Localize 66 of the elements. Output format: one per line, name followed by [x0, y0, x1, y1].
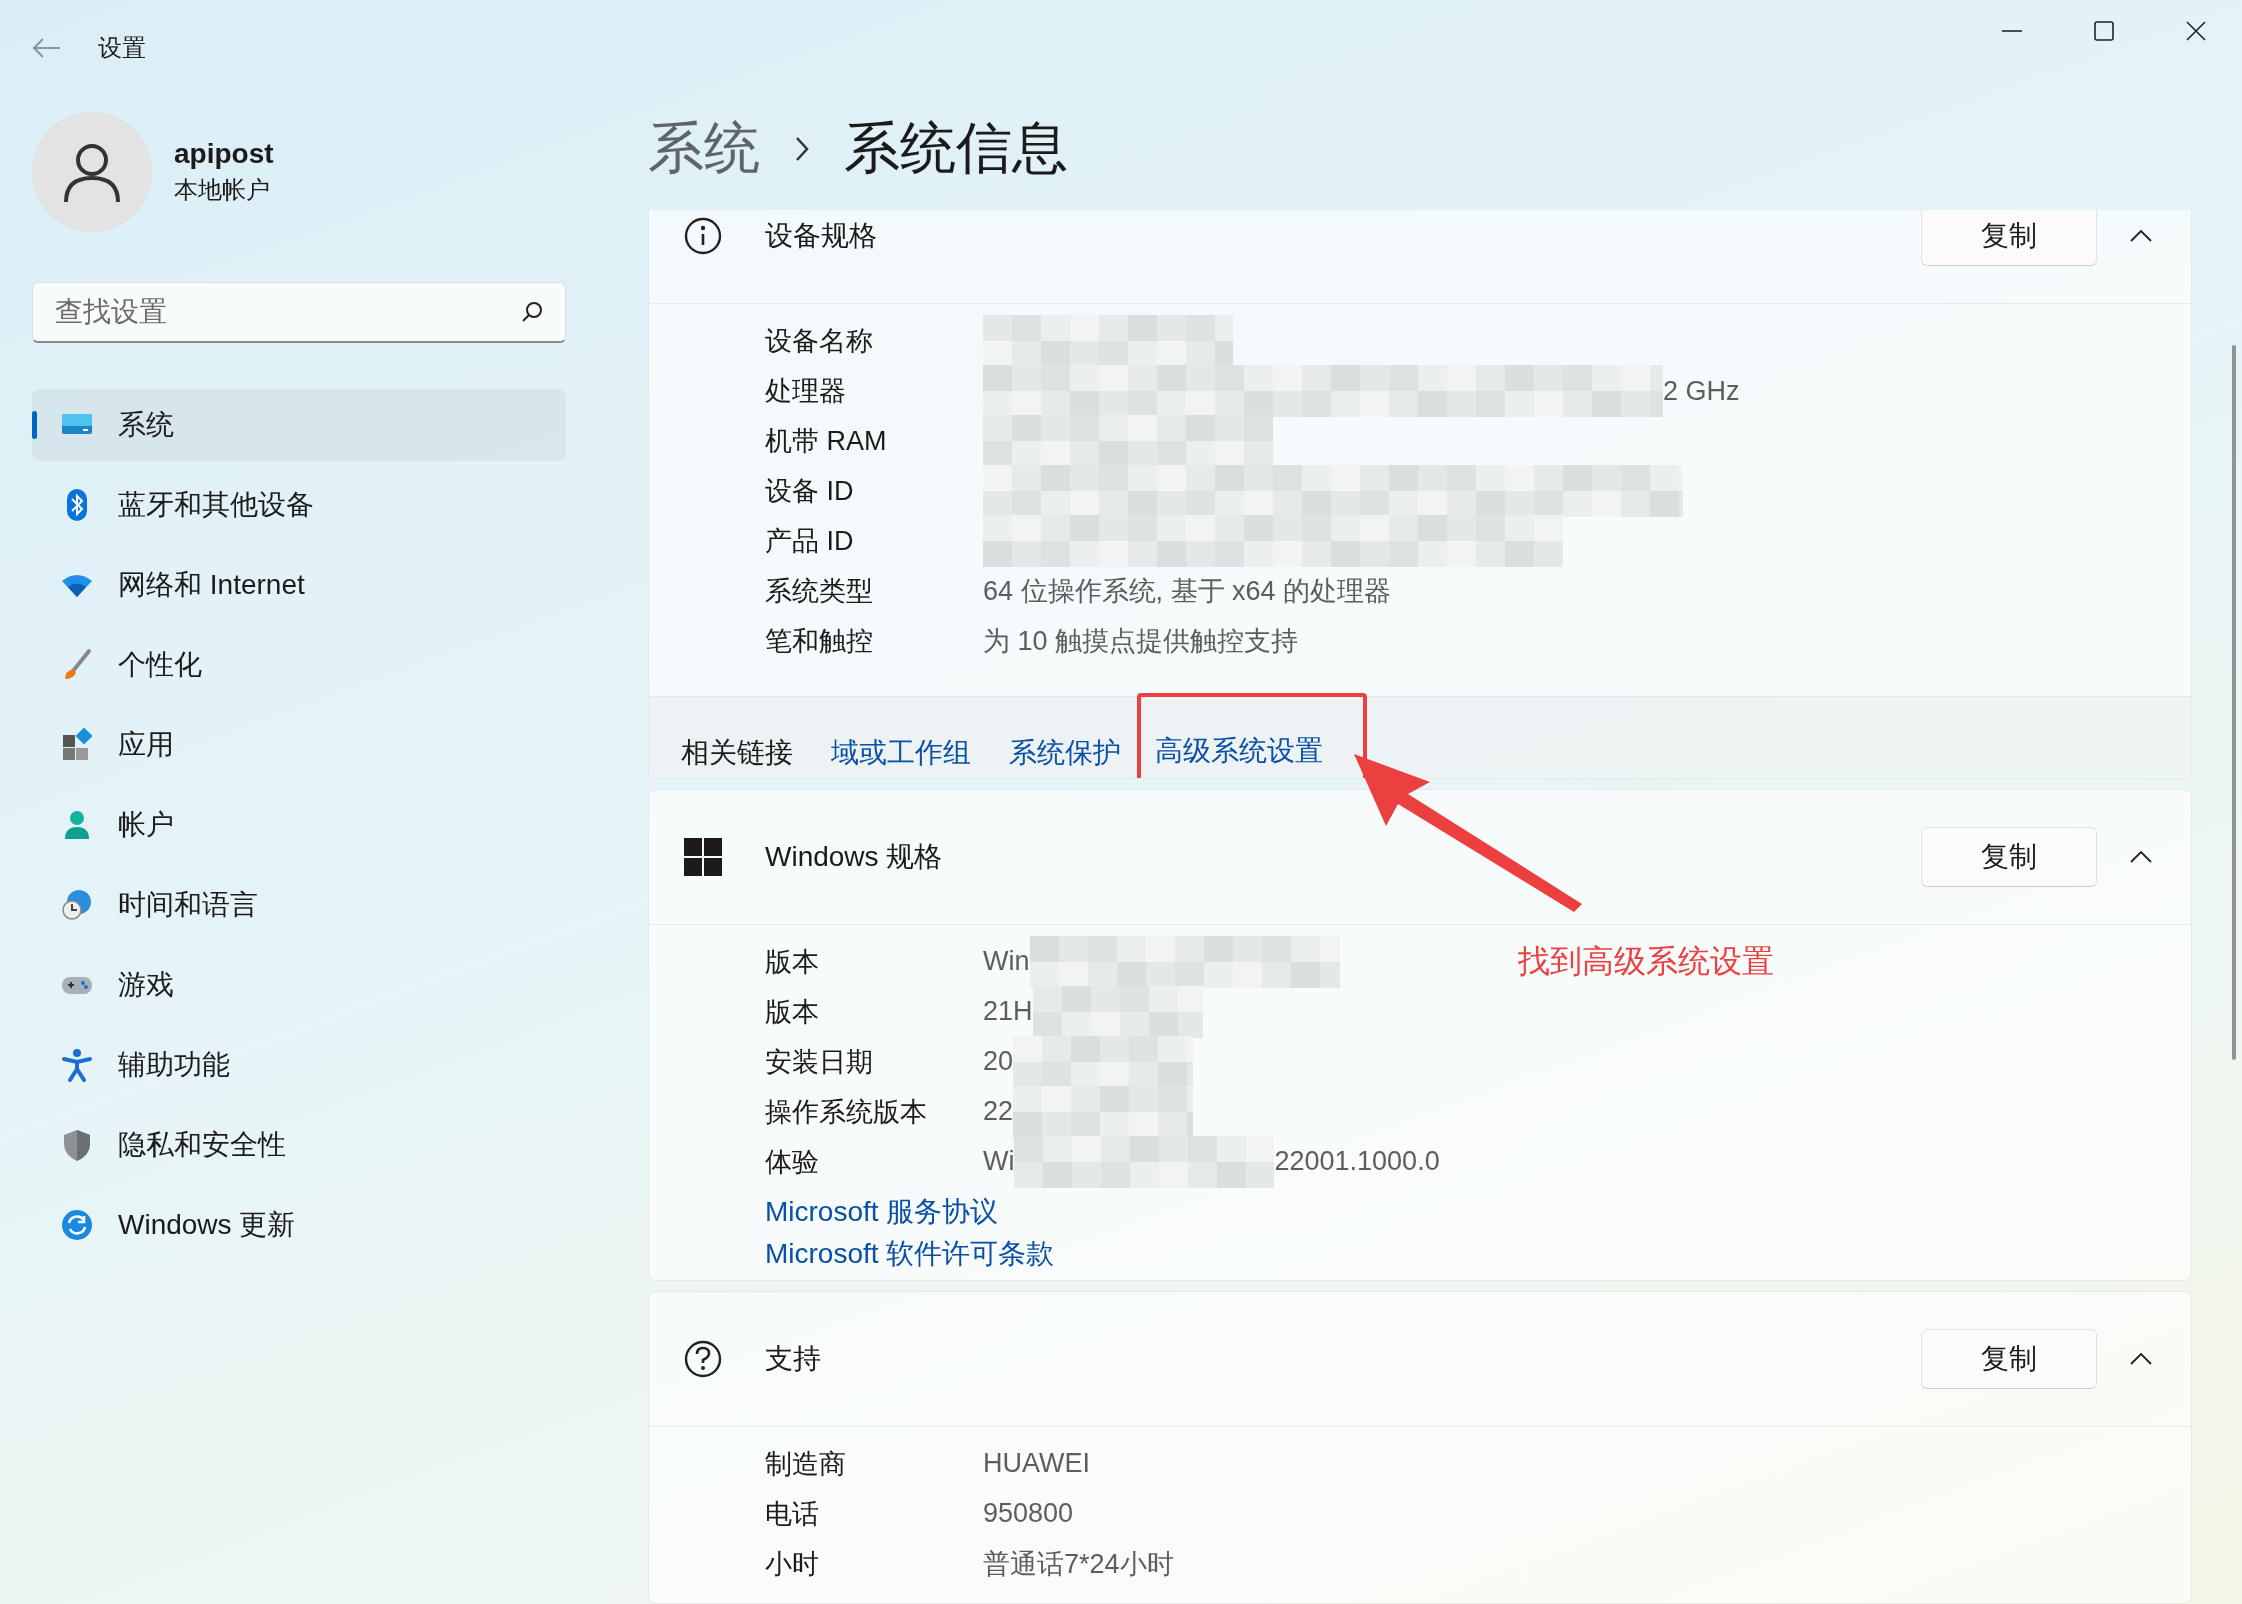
link[interactable]: 系统保护: [1009, 734, 1121, 772]
spec-label: 版本: [765, 995, 820, 1029]
related-links-label: 相关链接: [681, 736, 793, 770]
spec-value: 64 位操作系统, 基于 x64 的处理器: [983, 575, 1392, 608]
chevron-right-icon: [794, 135, 810, 163]
section-title: Windows 规格: [765, 839, 944, 874]
nav-item[interactable]: 蓝牙和其他设备: [32, 469, 566, 541]
spec-label: 设备名称: [765, 325, 874, 358]
copy-button[interactable]: 复制: [1921, 1328, 2097, 1389]
nav-item[interactable]: 系统: [32, 389, 566, 461]
nav-item[interactable]: 个性化: [32, 629, 566, 701]
breadcrumb-link[interactable]: 系统: [648, 111, 760, 187]
page-title: 系统信息: [844, 115, 1068, 181]
spec-label: 操作系统版本: [765, 1095, 928, 1129]
spec-value: 22: [983, 1096, 1014, 1128]
spec-label: 体验: [765, 1145, 820, 1179]
spec-value: Wi: [983, 1146, 1015, 1178]
spec-label: 处理器: [765, 375, 847, 408]
scrollbar-thumb[interactable]: [2232, 345, 2236, 1060]
nav-item[interactable]: 网络和 Internet: [32, 549, 566, 621]
spec-value: 22001.1000.0: [1274, 1146, 1440, 1178]
spec-value: HUAWEI: [983, 1448, 1090, 1480]
nav-item[interactable]: 辅助功能: [32, 1029, 566, 1101]
close-icon: [2185, 20, 2207, 42]
copy-button[interactable]: 复制: [1921, 826, 2097, 887]
spec-value: 950800: [983, 1498, 1074, 1530]
spec-value: 20: [983, 1046, 1014, 1078]
section-title: 设备规格: [765, 219, 878, 253]
spec-value: 普通话7*24小时: [983, 1547, 1174, 1581]
maximize-icon: [2093, 20, 2115, 42]
spec-label: 小时: [765, 1547, 820, 1581]
link[interactable]: Microsoft 服务协议: [765, 1190, 999, 1233]
link[interactable]: 域或工作组: [831, 734, 971, 772]
window-title: 设置: [98, 33, 146, 63]
search-icon: [520, 300, 544, 324]
spec-label: 机带 RAM: [765, 425, 888, 458]
section-title: 支持: [765, 1341, 822, 1376]
spec-label: 版本: [765, 945, 820, 979]
refresh-icon: [59, 1207, 95, 1243]
spec-value: 2 GHz: [1663, 375, 1740, 407]
link[interactable]: Microsoft 软件许可条款: [765, 1232, 1055, 1275]
accessibility-icon: [59, 1047, 95, 1083]
back-arrow-icon[interactable]: [30, 36, 62, 60]
spec-value: Win: [983, 946, 1030, 978]
spec-label: 系统类型: [765, 575, 874, 608]
spec-label: 制造商: [765, 1447, 847, 1481]
search-field[interactable]: 查找设置: [32, 282, 566, 343]
spec-label: 笔和触控: [765, 625, 874, 658]
spec-label: 产品 ID: [765, 525, 855, 558]
nav-item[interactable]: Windows 更新: [32, 1189, 566, 1261]
nav-item[interactable]: 游戏: [32, 949, 566, 1021]
copy-button[interactable]: 复制: [1921, 210, 2097, 266]
minimize-icon: [2001, 30, 2023, 32]
spec-label: 电话: [765, 1497, 820, 1531]
nav-item[interactable]: 应用: [32, 709, 566, 781]
nav-item[interactable]: 隐私和安全性: [32, 1109, 566, 1181]
spec-value: 为 10 触摸点提供触控支持: [983, 625, 1299, 658]
spec-value: 21H: [983, 996, 1033, 1028]
nav-item[interactable]: 时间和语言: [32, 869, 566, 941]
link[interactable]: 高级系统设置: [1155, 732, 1323, 770]
spec-label: 安装日期: [765, 1045, 874, 1079]
nav-item[interactable]: 帐户: [32, 789, 566, 861]
annotation-text: 找到高级系统设置: [1518, 942, 1774, 981]
spec-label: 设备 ID: [765, 475, 855, 508]
account-type: 本地帐户: [174, 175, 271, 205]
account-name: apipost: [174, 138, 274, 170]
